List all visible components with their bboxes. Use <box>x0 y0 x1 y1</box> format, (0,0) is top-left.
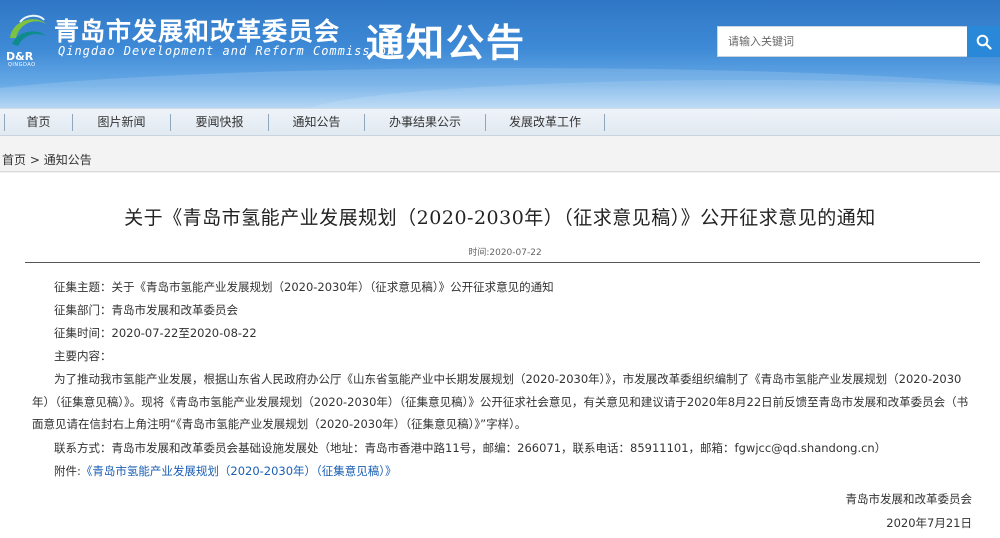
attachment-row: 附件:《青岛市氢能产业发展规划（2020-2030年）（征集意见稿）》 <box>32 460 977 483</box>
nav-separator <box>604 114 605 131</box>
article-body: 征集主题：关于《青岛市氢能产业发展规划（2020-2030年）（征求意见稿）》公… <box>32 276 977 483</box>
subject-value: 关于《青岛市氢能产业发展规划（2020-2030年）（征求意见稿）》公开征求意见… <box>111 280 554 294</box>
search-icon <box>976 34 992 50</box>
nav-item-home[interactable]: 首页 <box>5 109 72 136</box>
subject-label: 征集主题： <box>54 280 112 294</box>
nav-item-notices[interactable]: 通知公告 <box>269 109 364 136</box>
search-box <box>717 26 1000 57</box>
attachment-link[interactable]: 《青岛市氢能产业发展规划（2020-2030年）（征集意见稿）》 <box>81 464 397 478</box>
article-date: 时间:2020-07-22 <box>468 248 542 258</box>
period-value: 2020-07-22至2020-08-22 <box>111 326 257 340</box>
contact-value: 青岛市发展和改革委员会基础设施发展处（地址：青岛市香港中路11号，邮编：2660… <box>111 440 887 455</box>
search-input[interactable] <box>717 26 967 57</box>
signature: 青岛市发展和改革委员会 <box>845 492 973 506</box>
search-button[interactable] <box>967 26 1000 57</box>
main-nav: 首页 图片新闻 要闻快报 通知公告 办事结果公示 发展改革工作 <box>0 108 1000 136</box>
period-label: 征集时间： <box>54 326 112 340</box>
logo-subtext: QINGDAO <box>8 62 36 68</box>
dept-label: 征集部门： <box>54 303 112 317</box>
dept-value: 青岛市发展和改革委员会 <box>111 303 239 317</box>
content-paragraph: 为了推动我市氢能产业发展，根据山东省人民政府办公厅《山东省氢能产业中长期发展规划… <box>32 372 969 431</box>
breadcrumb-separator: > <box>26 153 44 167</box>
period-row: 征集时间：2020-07-22至2020-08-22 <box>32 322 977 345</box>
nav-item-reform-work[interactable]: 发展改革工作 <box>486 109 604 136</box>
dept-row: 征集部门：青岛市发展和改革委员会 <box>32 299 977 322</box>
content-label: 主要内容： <box>54 349 112 363</box>
title-divider <box>25 262 980 263</box>
site-header: D&R QINGDAO 青岛市发展和改革委员会 Qingdao Developm… <box>0 0 1000 108</box>
contact-row: 联系方式：青岛市发展和改革委员会基础设施发展处（地址：青岛市香港中路11号，邮编… <box>32 437 977 460</box>
breadcrumb-home-link[interactable]: 首页 <box>2 153 26 167</box>
contact-label: 联系方式： <box>54 440 112 455</box>
article-title: 关于《青岛市氢能产业发展规划（2020-2030年）（征求意见稿）》公开征求意见… <box>124 207 876 229</box>
section-title: 通知公告 <box>366 21 527 65</box>
attachment-label: 附件: <box>54 463 81 478</box>
breadcrumb: 首页 > 通知公告 <box>0 148 1000 172</box>
subject-row: 征集主题：关于《青岛市氢能产业发展规划（2020-2030年）（征求意见稿）》公… <box>32 276 977 299</box>
site-english-title: Qingdao Development and Reform Commissio… <box>58 44 396 58</box>
nav-item-results[interactable]: 办事结果公示 <box>365 109 485 136</box>
article: 关于《青岛市氢能产业发展规划（2020-2030年）（征求意见稿）》公开征求意见… <box>0 173 1000 538</box>
site-title: 青岛市发展和改革委员会 <box>54 17 341 46</box>
nav-item-news-bulletin[interactable]: 要闻快报 <box>171 109 268 136</box>
nav-item-photo-news[interactable]: 图片新闻 <box>73 109 170 136</box>
signature-date: 2020年7月21日 <box>886 516 972 530</box>
breadcrumb-current-link[interactable]: 通知公告 <box>44 153 92 167</box>
